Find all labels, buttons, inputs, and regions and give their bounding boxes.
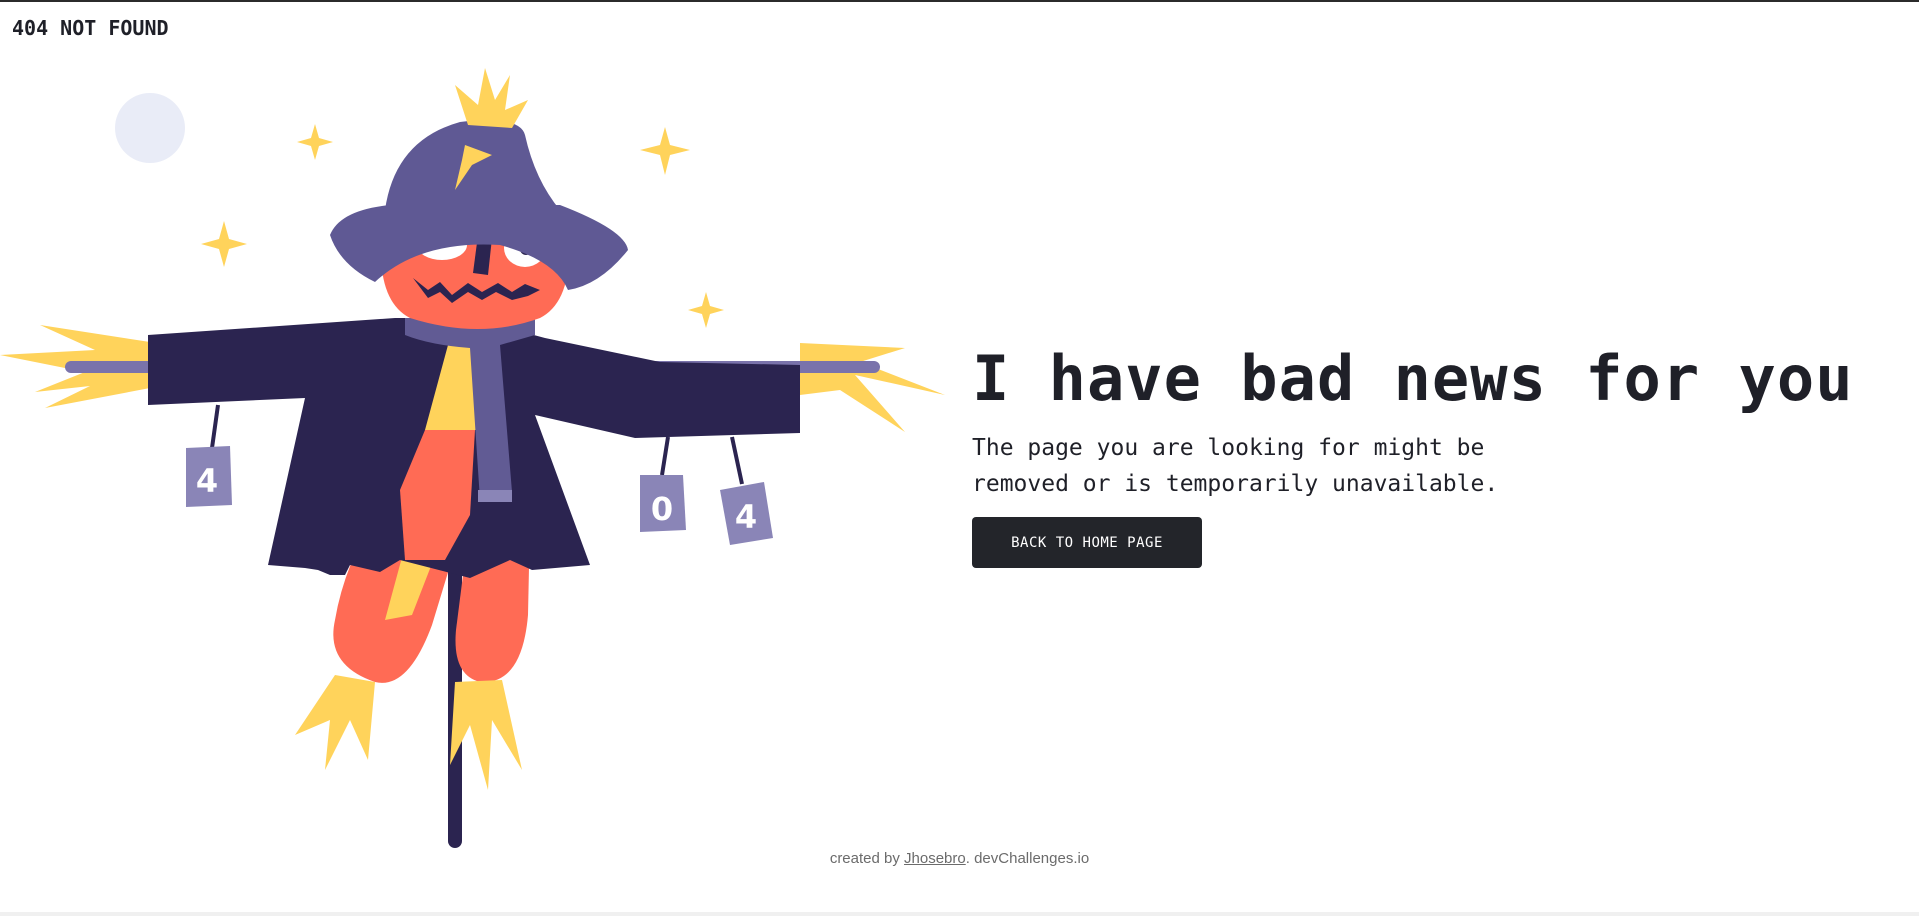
footer: created by Jhosebro. devChallenges.io [0,850,1919,867]
footer-suffix: . devChallenges.io [965,850,1090,867]
page-headline: I have bad news for you [972,342,1854,415]
top-border [0,0,1919,2]
can-right: 4 [720,436,773,545]
sparkle-icon [640,127,690,175]
scarecrow-illustration: 4 0 4 [0,68,945,848]
can-label: 4 [196,462,218,500]
hat-straw [455,68,528,128]
hat-crown [385,120,560,210]
error-message: The page you are looking for might be re… [972,435,1499,497]
can-label: 4 [735,498,757,536]
moon-icon [115,93,185,163]
bottom-border [0,912,1919,916]
can-middle: 0 [640,436,686,532]
scarf-fringe [478,490,512,502]
sparkle-icon [297,124,333,160]
footer-prefix: created by [829,850,905,867]
author-link[interactable]: Jhosebro [904,850,966,867]
left-foot-straw [295,675,375,770]
can-label: 0 [651,490,673,528]
back-home-button[interactable]: BACK TO HOME PAGE [972,517,1202,568]
can-left: 4 [186,404,232,507]
page-brand: 404 NOT FOUND [12,16,169,40]
right-hand-straw [800,343,945,432]
sparkle-icon [201,221,247,267]
sparkle-icon [688,292,724,328]
